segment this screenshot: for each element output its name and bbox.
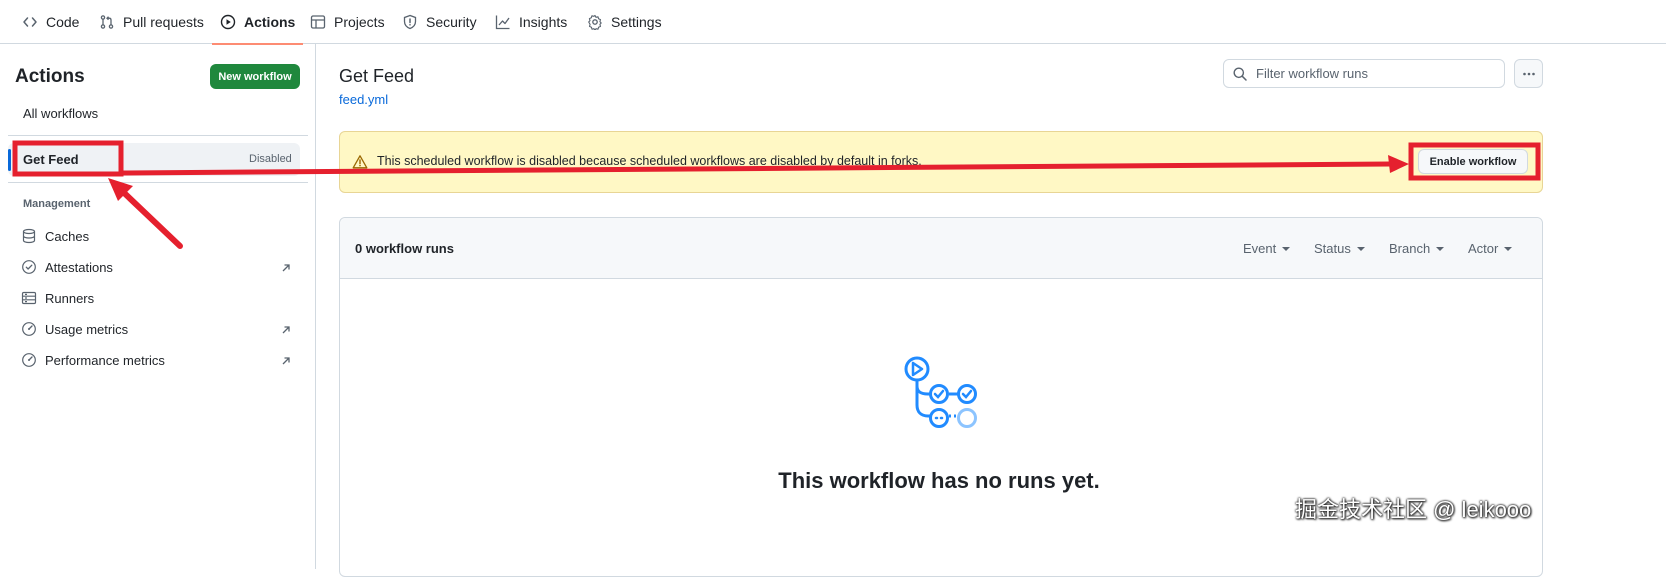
triangle-down-icon bbox=[1356, 246, 1365, 251]
warning-text: This scheduled workflow is disabled beca… bbox=[377, 154, 922, 168]
server-icon bbox=[21, 291, 37, 305]
status-filter-dropdown[interactable]: Status bbox=[1314, 241, 1365, 256]
tab-code[interactable]: Code bbox=[22, 0, 79, 44]
actor-filter-dropdown[interactable]: Actor bbox=[1468, 241, 1513, 256]
tab-label: Settings bbox=[611, 14, 662, 30]
empty-state-title: This workflow has no runs yet. bbox=[778, 468, 1100, 493]
verified-icon bbox=[22, 260, 36, 274]
triangle-down-icon bbox=[1504, 246, 1513, 251]
sidebar-item-label: Runners bbox=[45, 290, 95, 306]
git-pull-request-icon bbox=[100, 15, 114, 29]
link-external-icon bbox=[282, 357, 290, 365]
workflow-empty-illustration-icon bbox=[904, 356, 977, 428]
link-external-icon bbox=[282, 326, 290, 334]
filter-label: Actor bbox=[1468, 241, 1499, 256]
code-icon bbox=[23, 17, 37, 27]
database-icon bbox=[22, 228, 36, 244]
runs-count: 0 workflow runs bbox=[355, 241, 454, 256]
repo-nav: Code Pull requests Actions Projects Secu… bbox=[0, 0, 1666, 45]
enable-workflow-button[interactable]: Enable workflow bbox=[1418, 149, 1528, 174]
play-icon bbox=[220, 14, 236, 30]
filter-label: Branch bbox=[1389, 241, 1431, 256]
filter-label: Status bbox=[1314, 241, 1351, 256]
sidebar-item-caches[interactable]: Caches bbox=[21, 228, 89, 244]
table-icon bbox=[310, 15, 326, 29]
tab-label: Projects bbox=[334, 14, 385, 30]
tab-insights[interactable]: Insights bbox=[495, 0, 567, 44]
meter-icon bbox=[22, 353, 36, 367]
link-external-icon bbox=[282, 264, 290, 272]
workflow-status-badge: Disabled bbox=[249, 153, 292, 165]
alert-icon bbox=[352, 155, 368, 169]
watermark: 掘金技术社区 @ leikooo bbox=[1295, 497, 1532, 522]
more-options-button[interactable] bbox=[1514, 59, 1543, 88]
filter-runs-input[interactable]: Filter workflow runs bbox=[1223, 59, 1505, 88]
sidebar-item-label: Attestations bbox=[45, 259, 113, 275]
workflow-file-link[interactable]: feed.yml bbox=[339, 92, 388, 107]
triangle-down-icon bbox=[1282, 246, 1291, 251]
tab-projects[interactable]: Projects bbox=[310, 0, 385, 44]
sidebar-item-attestations[interactable]: Attestations bbox=[21, 259, 113, 275]
filter-label: Event bbox=[1243, 241, 1277, 256]
graph-icon bbox=[495, 15, 510, 30]
tab-label: Actions bbox=[244, 14, 296, 30]
new-workflow-button[interactable]: New workflow bbox=[210, 64, 300, 89]
shield-icon bbox=[403, 14, 417, 30]
tab-label: Insights bbox=[519, 14, 568, 30]
sidebar-item-usage-metrics[interactable]: Usage metrics bbox=[21, 321, 128, 337]
sidebar-divider bbox=[8, 182, 308, 183]
filter-placeholder: Filter workflow runs bbox=[1256, 66, 1368, 81]
search-icon bbox=[1233, 67, 1247, 81]
tab-label: Security bbox=[426, 14, 477, 30]
sidebar-title: Actions bbox=[15, 66, 85, 87]
tab-security[interactable]: Security bbox=[402, 0, 477, 44]
kebab-horizontal-icon bbox=[1522, 72, 1535, 75]
sidebar-item-label: Caches bbox=[45, 228, 90, 244]
workflow-title: Get Feed bbox=[339, 66, 415, 86]
sidebar-item-label: All workflows bbox=[23, 106, 99, 121]
event-filter-dropdown[interactable]: Event bbox=[1243, 241, 1291, 256]
tab-pull-requests[interactable]: Pull requests bbox=[99, 0, 204, 44]
tab-actions[interactable]: Actions bbox=[211, 0, 304, 45]
meter-icon bbox=[22, 322, 36, 336]
selected-indicator bbox=[8, 149, 11, 171]
sidebar-item-all-workflows[interactable]: All workflows bbox=[23, 106, 98, 121]
gear-icon bbox=[588, 14, 602, 30]
tab-label: Pull requests bbox=[123, 14, 204, 30]
sidebar-item-label: Performance metrics bbox=[45, 352, 165, 368]
tab-settings[interactable]: Settings bbox=[587, 0, 662, 44]
tab-label: Code bbox=[46, 14, 80, 30]
sidebar-divider bbox=[8, 135, 308, 136]
triangle-down-icon bbox=[1436, 246, 1445, 251]
sidebar-item-label: Usage metrics bbox=[45, 321, 129, 337]
workflow-name: Get Feed bbox=[23, 152, 79, 167]
management-heading: Management bbox=[23, 198, 91, 210]
sidebar-item-runners[interactable]: Runners bbox=[21, 290, 94, 306]
branch-filter-dropdown[interactable]: Branch bbox=[1389, 241, 1445, 256]
actions-sidebar bbox=[0, 44, 316, 569]
sidebar-item-performance-metrics[interactable]: Performance metrics bbox=[21, 352, 165, 368]
